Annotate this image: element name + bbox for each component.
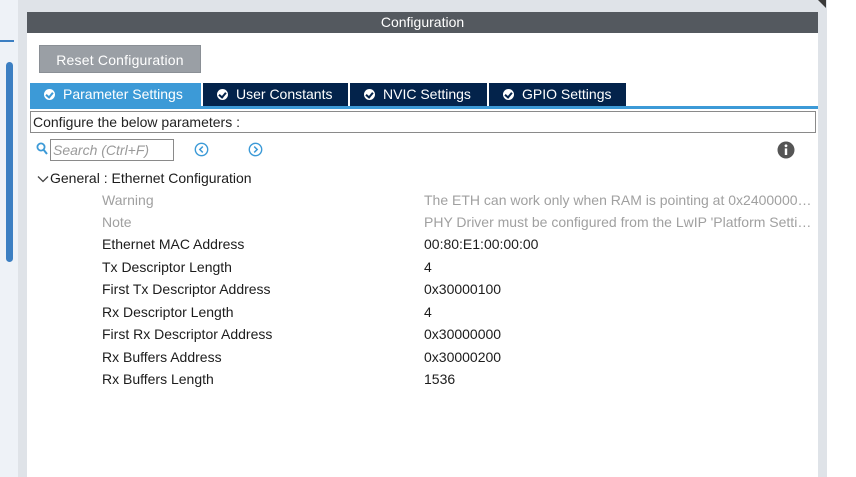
info-icon[interactable] (777, 141, 795, 159)
search-icon (36, 142, 48, 155)
panel-top-strip (27, 0, 818, 12)
param-value: The ETH can work only when RAM is pointi… (424, 192, 818, 208)
left-pane-divider (0, 40, 14, 42)
tab-underline (30, 106, 818, 109)
tab-parameter-settings[interactable]: Parameter Settings (30, 83, 201, 106)
configuration-panel: Configuration Reset Configuration Parame… (18, 0, 827, 477)
table-row[interactable]: Rx Buffers Address 0x30000200 (27, 346, 817, 368)
search-input[interactable] (50, 139, 174, 161)
tab-label: GPIO Settings (522, 86, 612, 102)
param-name: Rx Descriptor Length (102, 304, 234, 320)
reset-configuration-button[interactable]: Reset Configuration (39, 45, 201, 73)
param-value[interactable]: 1536 (424, 368, 818, 390)
chevron-left-circle-icon[interactable] (194, 142, 209, 157)
group-label: General : Ethernet Configuration (50, 170, 252, 186)
panel-title: Configuration (27, 12, 818, 33)
table-row[interactable]: Note PHY Driver must be configured from … (27, 211, 818, 233)
table-row[interactable]: Rx Descriptor Length 4 (27, 301, 817, 323)
group-general-ethernet[interactable]: General : Ethernet Configuration (36, 169, 252, 187)
check-circle-icon (503, 89, 514, 100)
tab-gpio-settings[interactable]: GPIO Settings (489, 83, 626, 106)
param-name: First Tx Descriptor Address (102, 281, 271, 297)
param-name: Note (102, 214, 132, 230)
param-value[interactable]: 0x30000200 (424, 346, 818, 368)
chevron-down-icon[interactable] (36, 174, 50, 184)
check-circle-icon (217, 89, 228, 100)
left-pane-scrollbar[interactable] (6, 62, 13, 262)
param-value[interactable]: 00:80:E1:00:00:00 (424, 233, 818, 255)
table-row[interactable]: First Tx Descriptor Address 0x30000100 (27, 278, 817, 300)
check-circle-icon (44, 89, 55, 100)
param-value[interactable]: 4 (424, 301, 818, 323)
param-name: First Rx Descriptor Address (102, 326, 273, 342)
param-value[interactable]: 0x30000000 (424, 323, 818, 345)
right-margin (827, 0, 856, 477)
check-circle-icon (364, 89, 375, 100)
tab-nvic-settings[interactable]: NVIC Settings (350, 83, 487, 106)
table-row[interactable]: Tx Descriptor Length 4 (27, 256, 817, 278)
param-value[interactable]: 0x30000100 (424, 278, 818, 300)
tab-label: Parameter Settings (63, 86, 183, 102)
param-name: Tx Descriptor Length (102, 259, 232, 275)
tab-user-constants[interactable]: User Constants (203, 83, 348, 106)
tab-label: User Constants (236, 86, 333, 102)
tab-label: NVIC Settings (383, 86, 471, 102)
param-name: Ethernet MAC Address (102, 236, 245, 252)
param-name: Warning (102, 192, 154, 208)
param-name: Rx Buffers Address (102, 349, 222, 365)
configure-description: Configure the below parameters : (30, 111, 816, 133)
param-name: Rx Buffers Length (102, 371, 214, 387)
chevron-right-circle-icon[interactable] (248, 142, 263, 157)
table-row[interactable]: Ethernet MAC Address 00:80:E1:00:00:00 (27, 233, 817, 255)
table-row[interactable]: Rx Buffers Length 1536 (27, 368, 817, 390)
param-value[interactable]: 4 (424, 256, 818, 278)
table-row[interactable]: First Rx Descriptor Address 0x30000000 (27, 323, 817, 345)
window-corner (818, 0, 826, 8)
param-value: PHY Driver must be configured from the L… (424, 214, 818, 230)
table-row[interactable]: Warning The ETH can work only when RAM i… (27, 189, 818, 211)
